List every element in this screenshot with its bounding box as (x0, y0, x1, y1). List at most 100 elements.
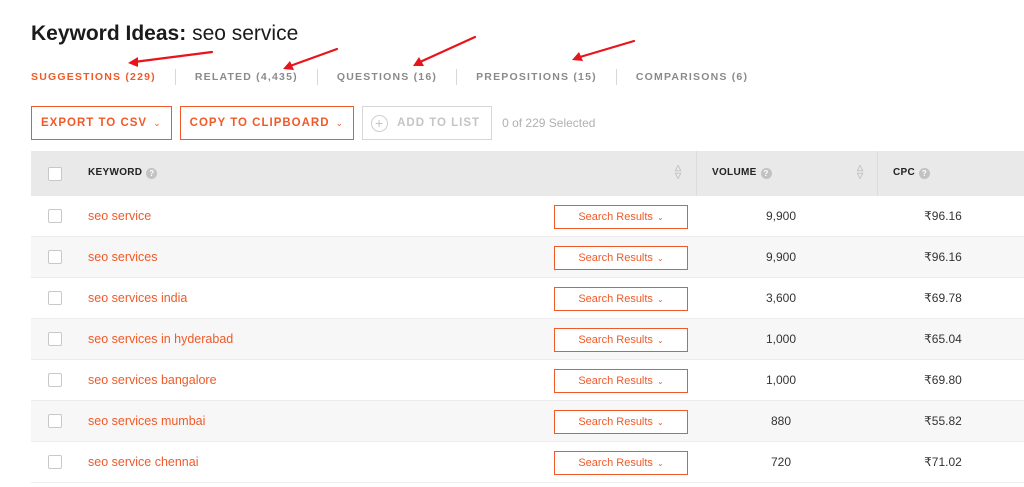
copy-clipboard-label: COPY TO CLIPBOARD (189, 117, 330, 129)
annotation-arrows (128, 35, 636, 70)
column-divider (877, 151, 878, 196)
header-cpc[interactable]: CPC? (893, 167, 931, 179)
chevron-down-icon: ⌄ (656, 417, 664, 427)
help-icon[interactable]: ? (760, 168, 772, 179)
keyword-link[interactable]: seo service chennai (88, 455, 198, 469)
select-all-checkbox[interactable] (48, 167, 62, 181)
row-checkbox[interactable] (48, 250, 62, 264)
cpc-value: ₹55.82 (924, 414, 962, 428)
cpc-value: ₹65.04 (924, 332, 962, 346)
header-volume-label: VOLUME (712, 167, 757, 178)
search-results-button[interactable]: Search Results ⌄ (554, 451, 688, 475)
sort-icon[interactable]: △ ▽ (675, 164, 681, 180)
sort-icon[interactable]: △ ▽ (857, 164, 863, 180)
chevron-down-icon: ⌄ (656, 376, 664, 386)
keyword-link[interactable]: seo services bangalore (88, 373, 217, 387)
row-checkbox[interactable] (48, 414, 62, 428)
keyword-link[interactable]: seo services (88, 250, 157, 264)
row-checkbox[interactable] (48, 332, 62, 346)
cpc-value: ₹69.80 (924, 373, 962, 387)
volume-value: 9,900 (765, 209, 797, 223)
export-csv-label: EXPORT TO CSV (41, 117, 148, 129)
chevron-down-icon: ⌄ (153, 117, 162, 128)
chevron-down-icon: ⌄ (335, 117, 345, 128)
tab-prepositions[interactable]: PREPOSITIONS (15) (476, 71, 597, 83)
annotation-arrowhead (128, 57, 138, 67)
keyword-link[interactable]: seo service (88, 209, 151, 223)
tab-divider (316, 69, 318, 85)
annotation-arrow (288, 47, 339, 68)
search-results-label: Search Results (578, 457, 653, 469)
export-csv-button[interactable]: EXPORT TO CSV ⌄ (31, 106, 172, 140)
page-title: Keyword Ideas: seo service (31, 22, 298, 46)
header-keyword[interactable]: KEYWORD? (88, 167, 158, 179)
search-results-button[interactable]: Search Results ⌄ (554, 328, 688, 352)
table-row: seo service Search Results ⌄ 9,900 ₹96.16 (31, 196, 1024, 237)
search-results-label: Search Results (578, 334, 653, 346)
row-checkbox[interactable] (48, 455, 62, 469)
annotation-arrowhead (572, 52, 583, 61)
cpc-value: ₹69.78 (924, 291, 962, 305)
table-row: seo services bangalore Search Results ⌄ 1… (31, 360, 1024, 401)
annotation-arrow (418, 35, 477, 64)
volume-value: 720 (770, 455, 792, 469)
search-results-button[interactable]: Search Results ⌄ (554, 287, 688, 311)
volume-value: 1,000 (765, 332, 797, 346)
volume-value: 3,600 (765, 291, 797, 305)
cpc-value: ₹96.16 (924, 209, 962, 223)
chevron-down-icon: ⌄ (656, 212, 664, 222)
table-row: seo services mumbai Search Results ⌄ 880 … (31, 401, 1024, 442)
search-results-button[interactable]: Search Results ⌄ (554, 410, 688, 434)
page-title-label: Keyword Ideas: (31, 22, 187, 45)
keyword-link[interactable]: seo services in hyderabad (88, 332, 233, 346)
tab-suggestions[interactable]: SUGGESTIONS (229) (31, 71, 156, 83)
chevron-down-icon: ⌄ (656, 458, 664, 468)
volume-value: 9,900 (765, 250, 797, 264)
cpc-value: ₹71.02 (924, 455, 962, 469)
table-header: KEYWORD? △ ▽ VOLUME? △ ▽ CPC? (31, 151, 1024, 196)
column-divider (696, 151, 697, 196)
volume-value: 1,000 (765, 373, 797, 387)
add-to-list-button[interactable]: + ADD TO LIST (362, 106, 493, 140)
row-checkbox[interactable] (48, 209, 62, 223)
header-keyword-label: KEYWORD (88, 167, 143, 178)
search-results-button[interactable]: Search Results ⌄ (554, 246, 688, 270)
row-checkbox[interactable] (48, 291, 62, 305)
annotation-arrow (578, 39, 636, 59)
toolbar: EXPORT TO CSV ⌄ COPY TO CLIPBOARD ⌄ + AD… (31, 105, 595, 141)
search-results-label: Search Results (578, 211, 653, 223)
keyword-table: KEYWORD? △ ▽ VOLUME? △ ▽ CPC? seo service … (31, 151, 1024, 483)
tab-comparisons[interactable]: COMPARISONS (6) (636, 71, 748, 83)
help-icon[interactable]: ? (146, 168, 158, 179)
chevron-down-icon: ⌄ (656, 294, 664, 304)
tab-divider (456, 69, 458, 85)
page-title-query: seo service (192, 22, 299, 45)
tab-divider (615, 69, 617, 85)
table-row: seo services india Search Results ⌄ 3,600… (31, 278, 1024, 319)
header-volume[interactable]: VOLUME? (712, 167, 772, 179)
header-cpc-label: CPC (893, 167, 916, 178)
selected-count: 0 of 229 Selected (502, 116, 596, 130)
search-results-label: Search Results (578, 293, 653, 305)
add-to-list-label: ADD TO LIST (397, 117, 481, 129)
search-results-label: Search Results (578, 375, 653, 387)
search-results-label: Search Results (578, 252, 653, 264)
chevron-down-icon: ⌄ (656, 335, 664, 345)
help-icon[interactable]: ? (919, 168, 931, 179)
search-results-button[interactable]: Search Results ⌄ (554, 369, 688, 393)
copy-clipboard-button[interactable]: COPY TO CLIPBOARD ⌄ (179, 106, 355, 140)
cpc-value: ₹96.16 (924, 250, 962, 264)
volume-value: 880 (770, 414, 792, 428)
keyword-link[interactable]: seo services mumbai (88, 414, 205, 428)
row-checkbox[interactable] (48, 373, 62, 387)
keyword-link[interactable]: seo services india (88, 291, 187, 305)
plus-circle-icon: + (371, 114, 389, 132)
table-row: seo services in hyderabad Search Results… (31, 319, 1024, 360)
annotation-arrow (132, 50, 214, 64)
tab-divider (174, 69, 176, 85)
chevron-down-icon: ⌄ (656, 253, 664, 263)
search-results-label: Search Results (578, 416, 653, 428)
tab-questions[interactable]: QUESTIONS (16) (337, 71, 437, 83)
search-results-button[interactable]: Search Results ⌄ (554, 205, 688, 229)
tab-related[interactable]: RELATED (4,435) (195, 71, 298, 83)
